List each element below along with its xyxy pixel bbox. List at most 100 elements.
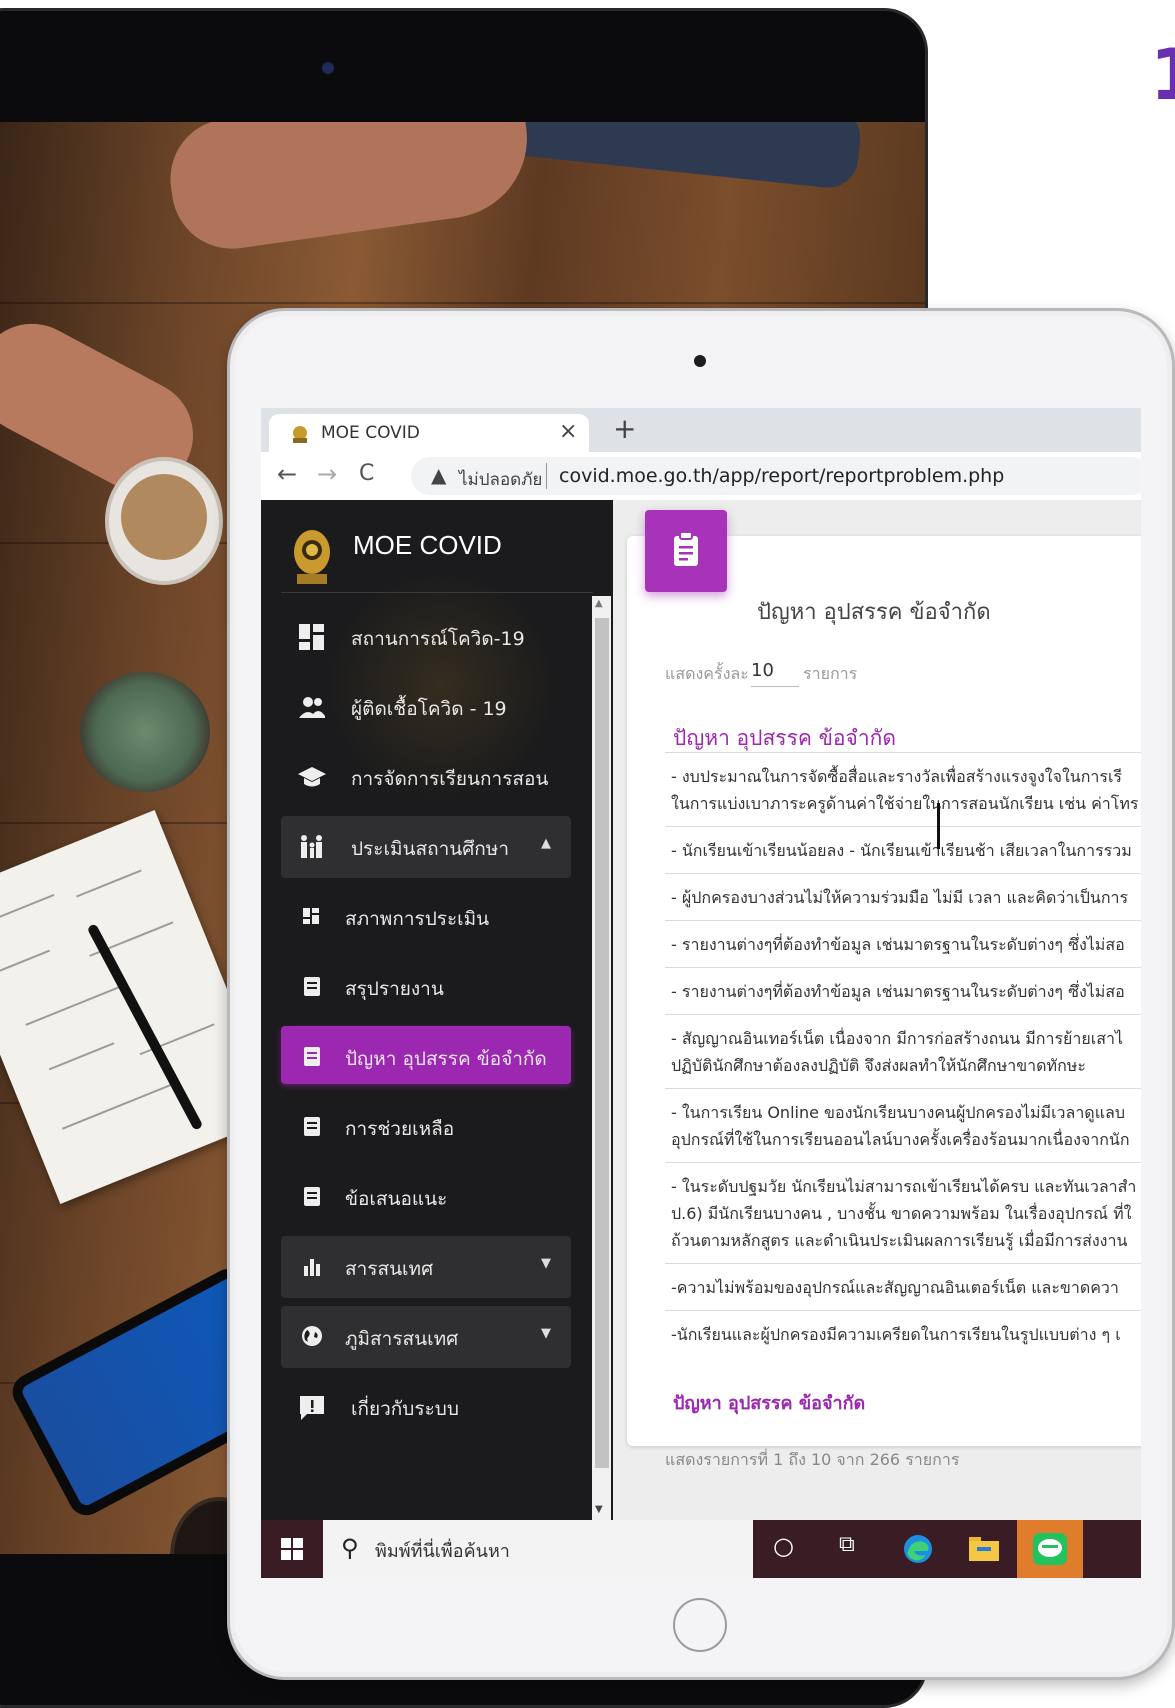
sidebar-item-information[interactable]: สารสนเทศ ▼ bbox=[281, 1236, 571, 1298]
card-header-badge bbox=[645, 510, 727, 592]
edge-icon bbox=[904, 1535, 932, 1563]
back-button[interactable]: ← bbox=[277, 460, 297, 488]
warning-icon[interactable]: ▲ bbox=[431, 463, 446, 487]
sidebar-item-label: ข้อเสนอแนะ bbox=[345, 1188, 448, 1210]
sidebar-item-label: ผู้ติดเชื้อโควิด - 19 bbox=[351, 698, 507, 720]
cortana-button[interactable]: ○ bbox=[753, 1520, 819, 1578]
new-tab-button[interactable]: + bbox=[613, 412, 636, 445]
forward-button[interactable]: → bbox=[317, 460, 337, 488]
sidebar-item-label: ประเมินสถานศึกษา bbox=[351, 838, 509, 860]
edge-button[interactable] bbox=[885, 1520, 951, 1578]
sidebar-divider bbox=[281, 592, 593, 593]
close-icon[interactable]: × bbox=[559, 419, 577, 444]
sidebar-item-label: ปัญหา อุปสรรค ข้อจำกัด bbox=[345, 1048, 547, 1070]
url-text[interactable]: covid.moe.go.th/app/report/reportproblem… bbox=[559, 465, 1004, 487]
main-content: ปัญหา อุปสรรค ข้อจำกัด แสดงครั้งละ 10 รา… bbox=[613, 500, 1141, 1520]
scribble bbox=[0, 949, 51, 974]
background-tablet-camera bbox=[322, 62, 334, 74]
cortana-icon: ○ bbox=[773, 1532, 794, 1560]
scroll-down-arrow-icon[interactable]: ▼ bbox=[595, 1504, 603, 1515]
table-cell-line: ปฏิบัตินักศึกษาต้องลงปฏิบัติ จึงส่งผลทำใ… bbox=[671, 1056, 1086, 1075]
sidebar-item-about-system[interactable]: เกี่ยวกับระบบ bbox=[281, 1376, 571, 1438]
people-icon bbox=[299, 697, 325, 718]
table-cell-line: - งบประมาณในการจัดซื้อสื่อและรางวัลเพื่อ… bbox=[671, 767, 1123, 786]
home-button[interactable] bbox=[673, 1598, 727, 1652]
security-status[interactable]: ไม่ปลอดภัย bbox=[459, 466, 542, 493]
sidebar-item-label: การจัดการเรียนการสอน bbox=[351, 768, 549, 790]
sidebar-item-teaching[interactable]: การจัดการเรียนการสอน bbox=[281, 746, 571, 808]
coffee bbox=[121, 474, 207, 560]
sidebar-item-geo-information[interactable]: ภูมิสารสนเทศ ▼ bbox=[281, 1306, 571, 1368]
windows-logo-icon bbox=[281, 1538, 303, 1560]
scroll-up-arrow-icon[interactable]: ▲ bbox=[595, 598, 603, 609]
clipped-heading-glyph: 1 bbox=[1150, 40, 1175, 110]
page-length-label: แสดงครั้งละ bbox=[665, 664, 749, 683]
report-card: ปัญหา อุปสรรค ข้อจำกัด แสดงครั้งละ 10 รา… bbox=[627, 536, 1141, 1469]
page-length-select[interactable]: 10 bbox=[751, 660, 774, 681]
reload-button[interactable]: C bbox=[359, 461, 374, 486]
table-column-header[interactable]: ปัญหา อุปสรรค ข้อจำกัด bbox=[673, 722, 896, 755]
table-cell-line: -ความไม่พร้อมของอุปกรณ์และสัญญาณอินเตอร์… bbox=[671, 1278, 1119, 1297]
sidebar-item-label: ภูมิสารสนเทศ bbox=[345, 1328, 459, 1350]
table-row: - ในการเรียน Online ของนักเรียนบางคนผู้ป… bbox=[665, 1088, 1141, 1162]
bar-chart-icon bbox=[304, 1259, 320, 1276]
page-title: ปัญหา อุปสรรค ข้อจำกัด bbox=[757, 600, 991, 625]
address-bar[interactable]: ▲ ไม่ปลอดภัย covid.moe.go.th/app/report/… bbox=[411, 457, 1141, 495]
globe-icon bbox=[302, 1326, 322, 1346]
sidebar-item-problems[interactable]: ปัญหา อุปสรรค ข้อจำกัด bbox=[281, 1026, 571, 1084]
search-input[interactable]: พิมพ์ที่นี่เพื่อค้นหา bbox=[375, 1536, 510, 1565]
task-view-icon: ⧉ bbox=[839, 1532, 855, 1557]
start-button[interactable] bbox=[261, 1520, 323, 1578]
table-row: -ความไม่พร้อมของอุปกรณ์และสัญญาณอินเตอร์… bbox=[665, 1263, 1141, 1310]
graduation-cap-icon bbox=[298, 767, 326, 787]
clipboard-icon bbox=[674, 531, 698, 566]
sidebar-item-suggestions[interactable]: ข้อเสนอแนะ bbox=[281, 1166, 571, 1228]
caret-down-icon: ▼ bbox=[541, 1326, 551, 1341]
family-icon bbox=[301, 835, 322, 858]
sidebar: MOE COVID สถานการณ์โควิด-19 ผู้ติดเชื้อโ… bbox=[261, 500, 613, 1520]
document-icon bbox=[304, 977, 320, 996]
sidebar-item-covid-situation[interactable]: สถานการณ์โควิด-19 bbox=[281, 606, 571, 668]
table-cell-line: - สัญญาณอินเทอร์เน็ต เนื่องจาก มีการก่อส… bbox=[671, 1029, 1124, 1048]
address-separator bbox=[546, 463, 547, 489]
sidebar-item-label: สรุปรายงาน bbox=[345, 978, 444, 1000]
scribble bbox=[76, 869, 142, 898]
sidebar-item-covid-infected[interactable]: ผู้ติดเชื้อโควิด - 19 bbox=[281, 676, 571, 738]
table-row: -นักเรียนและผู้ปกครองมีความเครียดในการเร… bbox=[665, 1310, 1141, 1357]
sidebar-item-assessment-status[interactable]: สภาพการประเมิน bbox=[281, 886, 571, 948]
front-tablet-camera bbox=[694, 355, 706, 367]
table-cell-line: -นักเรียนและผู้ปกครองมีความเครียดในการเร… bbox=[671, 1325, 1121, 1344]
document-icon bbox=[304, 1117, 320, 1136]
taskbar-search-box[interactable]: ⚲ พิมพ์ที่นี่เพื่อค้นหา bbox=[323, 1520, 753, 1578]
sidebar-item-school-assessment[interactable]: ประเมินสถานศึกษา ▲ bbox=[281, 816, 571, 878]
scribble bbox=[25, 986, 119, 1026]
photo-arm bbox=[162, 122, 538, 257]
table-cell-line: ในการแบ่งเบาภาระครูด้านค่าใช้จ่ายในการสอ… bbox=[671, 794, 1139, 813]
sidebar-item-label: สภาพการประเมิน bbox=[345, 908, 490, 930]
page-length-unit: รายการ bbox=[803, 664, 858, 683]
browser-tab-bar: MOE COVID × + bbox=[261, 408, 1141, 452]
scribble bbox=[61, 1082, 174, 1130]
table-row: - ผู้ปกครองบางส่วนไม่ให้ความร่วมมือ ไม่ม… bbox=[665, 873, 1141, 920]
table-row: - ในระดับปฐมวัย นักเรียนไม่สามารถเข้าเรี… bbox=[665, 1162, 1141, 1263]
scribble bbox=[0, 893, 55, 926]
photo-sleeve bbox=[496, 122, 864, 191]
browser-toolbar: ← → C ▲ ไม่ปลอดภัย covid.moe.go.th/app/r… bbox=[261, 452, 1141, 501]
line-app-icon bbox=[1033, 1533, 1067, 1565]
line-app-button[interactable] bbox=[1017, 1520, 1083, 1578]
table-cell-line: ถ้วนตามหลักสูตร และดำเนินประเมินผลการเรี… bbox=[671, 1231, 1128, 1250]
tablet-screen: MOE COVID × + ← → C ▲ ไม่ปลอดภัย covid.m… bbox=[261, 408, 1141, 1578]
browser-tab[interactable]: MOE COVID × bbox=[269, 414, 589, 452]
table-row: - รายงานต่างๆที่ต้องทำข้อมูล เช่นมาตรฐาน… bbox=[665, 967, 1141, 1014]
table-row: - งบประมาณในการจัดซื้อสื่อและรางวัลเพื่อ… bbox=[665, 752, 1141, 826]
table-cell-line: อุปกรณ์ที่ใช้ในการเรียนออนไลน์บางครั้งเค… bbox=[671, 1130, 1130, 1149]
sidebar-brand[interactable]: MOE COVID bbox=[353, 530, 502, 561]
task-view-button[interactable]: ⧉ bbox=[819, 1520, 885, 1578]
sidebar-item-label: เกี่ยวกับระบบ bbox=[351, 1398, 459, 1420]
file-explorer-button[interactable] bbox=[951, 1520, 1017, 1578]
sidebar-item-assistance[interactable]: การช่วยเหลือ bbox=[281, 1096, 571, 1158]
sidebar-scrollbar-thumb[interactable] bbox=[595, 618, 609, 1468]
sidebar-item-report-summary[interactable]: สรุปรายงาน bbox=[281, 956, 571, 1018]
file-explorer-icon bbox=[969, 1537, 999, 1561]
table-row: - นักเรียนเข้าเรียนน้อยลง - นักเรียนเข้า… bbox=[665, 826, 1141, 873]
